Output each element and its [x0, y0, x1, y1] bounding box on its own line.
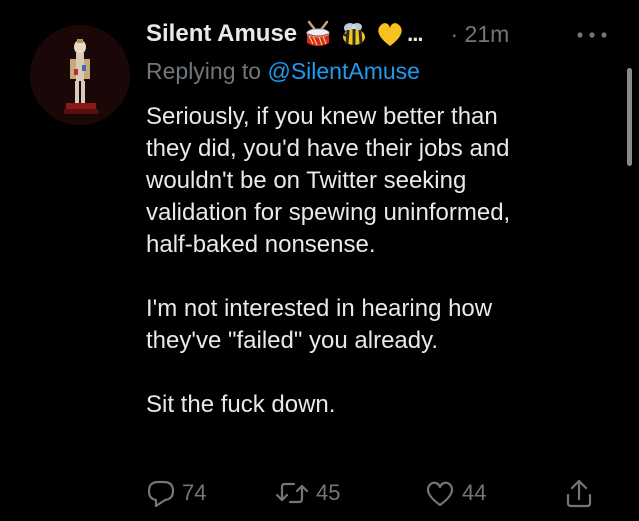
tweet-paragraph: Seriously, if you knew better than they …	[146, 103, 511, 258]
bee-emoji-icon	[343, 23, 366, 45]
reply-icon	[147, 480, 175, 508]
retweet-button[interactable]: 45	[274, 476, 340, 510]
like-count: 44	[462, 480, 487, 505]
reply-context-prefix: Replying to	[146, 58, 262, 84]
reply-button[interactable]: 74	[146, 476, 206, 510]
retweet-count: 45	[316, 480, 341, 505]
reply-handle-link[interactable]: @SilentAmuse	[267, 58, 419, 84]
reply-context: Replying to @SilentAmuse	[146, 58, 420, 85]
retweet-icon	[275, 482, 309, 504]
avatar-image	[30, 25, 130, 125]
action-bar: 74 45 44	[146, 476, 596, 510]
tweet[interactable]: Silent Amuse ... · 21m Replying to @Sile…	[0, 0, 639, 521]
tweet-paragraph: I'm not interested in hearing how they'v…	[146, 295, 493, 354]
timestamp[interactable]: · 21m	[451, 21, 510, 48]
more-icon[interactable]	[575, 28, 609, 42]
like-icon	[426, 481, 454, 507]
yellow-heart-emoji-icon	[378, 23, 402, 46]
tweet-text: Seriously, if you knew better than they …	[146, 101, 616, 421]
name-truncation: ...	[407, 21, 423, 46]
tweet-header: Silent Amuse ... · 21m	[146, 14, 509, 54]
display-name[interactable]: Silent Amuse	[146, 20, 297, 48]
avatar[interactable]	[30, 25, 130, 125]
drum-emoji-icon	[306, 20, 330, 46]
reply-count: 74	[182, 480, 207, 505]
like-button[interactable]: 44	[424, 476, 486, 510]
share-button[interactable]	[564, 476, 594, 510]
scrollbar[interactable]	[627, 68, 632, 166]
share-icon	[566, 479, 592, 508]
tweet-paragraph: Sit the fuck down.	[146, 391, 336, 418]
